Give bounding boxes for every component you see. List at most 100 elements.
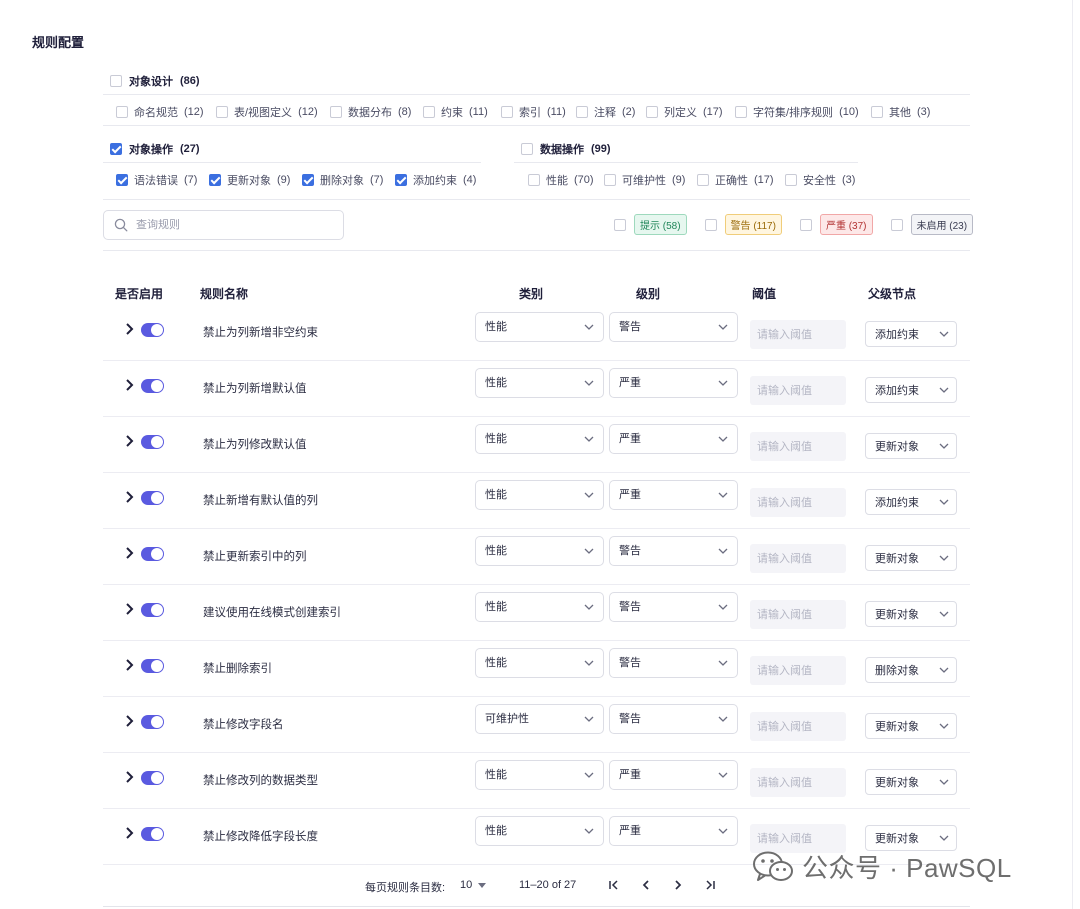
filter-data-distribution[interactable]: 数据分布 (8) xyxy=(330,104,423,120)
checkbox[interactable] xyxy=(697,174,709,186)
expand-chevron-icon[interactable] xyxy=(123,658,137,672)
group-object-ops-checkbox[interactable] xyxy=(110,143,122,155)
checkbox[interactable] xyxy=(330,106,342,118)
parent-node-select[interactable]: 添加约束 xyxy=(865,377,957,403)
filter-comment[interactable]: 注释 (2) xyxy=(576,104,646,120)
expand-chevron-icon[interactable] xyxy=(123,714,137,728)
filter-column-def[interactable]: 列定义 (17) xyxy=(646,104,735,120)
checkbox[interactable] xyxy=(528,174,540,186)
expand-chevron-icon[interactable] xyxy=(123,826,137,840)
filter-update-object[interactable]: 更新对象 (9) xyxy=(209,172,302,188)
enable-toggle[interactable] xyxy=(141,435,164,449)
last-page-button[interactable] xyxy=(702,876,718,894)
expand-chevron-icon[interactable] xyxy=(123,770,137,784)
checkbox[interactable] xyxy=(395,174,407,186)
checkbox[interactable] xyxy=(576,106,588,118)
enable-toggle[interactable] xyxy=(141,491,164,505)
parent-node-select[interactable]: 更新对象 xyxy=(865,713,957,739)
enable-toggle[interactable] xyxy=(141,603,164,617)
level-select[interactable]: 警告 xyxy=(609,648,738,678)
enable-toggle[interactable] xyxy=(141,827,164,841)
threshold-input[interactable] xyxy=(750,544,846,573)
filter-delete-object[interactable]: 删除对象 (7) xyxy=(302,172,395,188)
level-select[interactable]: 警告 xyxy=(609,536,738,566)
level-select[interactable]: 严重 xyxy=(609,480,738,510)
parent-node-select[interactable]: 添加约束 xyxy=(865,321,957,347)
expand-chevron-icon[interactable] xyxy=(123,602,137,616)
filter-maintainability[interactable]: 可维护性 (9) xyxy=(604,172,697,188)
filter-syntax-error[interactable]: 语法错误 (7) xyxy=(116,172,209,188)
filter-correctness[interactable]: 正确性 (17) xyxy=(697,172,785,188)
prev-page-button[interactable] xyxy=(638,876,654,894)
expand-chevron-icon[interactable] xyxy=(123,378,137,392)
category-select[interactable]: 性能 xyxy=(475,368,604,398)
enable-toggle[interactable] xyxy=(141,715,164,729)
filter-naming[interactable]: 命名规范 (12) xyxy=(116,104,216,120)
parent-node-select[interactable]: 更新对象 xyxy=(865,433,957,459)
checkbox[interactable] xyxy=(604,174,616,186)
category-select[interactable]: 性能 xyxy=(475,760,604,790)
filter-index[interactable]: 索引 (11) xyxy=(501,104,576,120)
filter-performance[interactable]: 性能 (70) xyxy=(528,172,604,188)
search-box[interactable] xyxy=(103,210,344,240)
filter-other[interactable]: 其他 (3) xyxy=(871,104,930,120)
checkbox[interactable] xyxy=(799,218,812,231)
enable-toggle[interactable] xyxy=(141,323,164,337)
category-select[interactable]: 性能 xyxy=(475,536,604,566)
level-filter-warning[interactable]: 警告 (117) xyxy=(704,214,782,235)
category-select[interactable]: 性能 xyxy=(475,648,604,678)
checkbox[interactable] xyxy=(704,218,717,231)
checkbox[interactable] xyxy=(116,106,128,118)
expand-chevron-icon[interactable] xyxy=(123,546,137,560)
threshold-input[interactable] xyxy=(750,432,846,461)
group-object-ops[interactable]: 对象操作 (27) xyxy=(110,141,200,157)
threshold-input[interactable] xyxy=(750,600,846,629)
expand-chevron-icon[interactable] xyxy=(123,434,137,448)
first-page-button[interactable] xyxy=(606,876,622,894)
filter-charset[interactable]: 字符集/排序规则 (10) xyxy=(735,104,871,120)
threshold-input[interactable] xyxy=(750,320,846,349)
checkbox[interactable] xyxy=(890,218,903,231)
filter-add-constraint[interactable]: 添加约束 (4) xyxy=(395,172,476,188)
parent-node-select[interactable]: 更新对象 xyxy=(865,601,957,627)
checkbox[interactable] xyxy=(216,106,228,118)
category-select[interactable]: 性能 xyxy=(475,424,604,454)
search-input[interactable] xyxy=(136,219,316,231)
threshold-input[interactable] xyxy=(750,656,846,685)
expand-chevron-icon[interactable] xyxy=(123,490,137,504)
level-filter-severe[interactable]: 严重 (37) xyxy=(799,214,873,235)
level-select[interactable]: 严重 xyxy=(609,760,738,790)
parent-node-select[interactable]: 更新对象 xyxy=(865,545,957,571)
category-select[interactable]: 性能 xyxy=(475,816,604,846)
enable-toggle[interactable] xyxy=(141,659,164,673)
filter-table-view[interactable]: 表/视图定义 (12) xyxy=(216,104,330,120)
checkbox[interactable] xyxy=(871,106,883,118)
threshold-input[interactable] xyxy=(750,712,846,741)
group-data-ops[interactable]: 数据操作 (99) xyxy=(521,141,611,157)
checkbox[interactable] xyxy=(116,174,128,186)
checkbox[interactable] xyxy=(501,106,513,118)
category-select[interactable]: 性能 xyxy=(475,480,604,510)
next-page-button[interactable] xyxy=(670,876,686,894)
parent-node-select[interactable]: 删除对象 xyxy=(865,657,957,683)
checkbox[interactable] xyxy=(423,106,435,118)
level-filter-tip[interactable]: 提示 (58) xyxy=(614,214,687,235)
level-select[interactable]: 严重 xyxy=(609,424,738,454)
expand-chevron-icon[interactable] xyxy=(123,322,137,336)
checkbox[interactable] xyxy=(614,218,626,231)
threshold-input[interactable] xyxy=(750,768,846,797)
level-select[interactable]: 警告 xyxy=(609,704,738,734)
group-data-ops-checkbox[interactable] xyxy=(521,143,533,155)
level-select[interactable]: 警告 xyxy=(609,312,738,342)
category-select[interactable]: 性能 xyxy=(475,312,604,342)
checkbox[interactable] xyxy=(785,174,797,186)
checkbox[interactable] xyxy=(302,174,314,186)
group-object-design[interactable]: 对象设计 (86) xyxy=(110,73,200,89)
filter-constraint[interactable]: 约束 (11) xyxy=(423,104,501,120)
enable-toggle[interactable] xyxy=(141,547,164,561)
per-page-select[interactable]: 10 xyxy=(460,879,487,891)
category-select[interactable]: 性能 xyxy=(475,592,604,622)
parent-node-select[interactable]: 添加约束 xyxy=(865,489,957,515)
level-select[interactable]: 严重 xyxy=(609,368,738,398)
level-select[interactable]: 严重 xyxy=(609,816,738,846)
